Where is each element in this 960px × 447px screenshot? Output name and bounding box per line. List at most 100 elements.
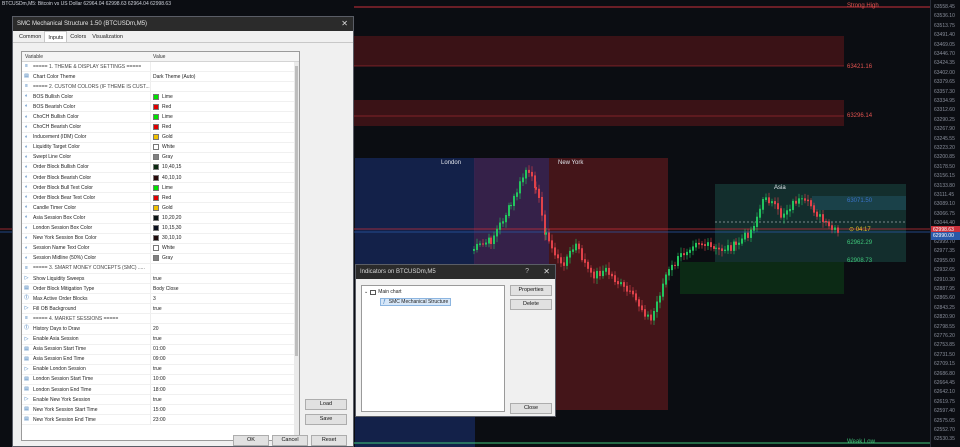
value-cell[interactable]: 30,10,10: [150, 233, 299, 243]
close-icon[interactable]: ✕: [543, 265, 550, 279]
table-row[interactable]: ◐ BOS Bearish Color Red: [22, 102, 299, 113]
value-cell[interactable]: 3: [150, 294, 299, 304]
table-row[interactable]: ▤ London Session Start Time 10:00: [22, 374, 299, 385]
table-row[interactable]: ◐ Liquidity Target Color White: [22, 142, 299, 153]
column-header-variable[interactable]: Variable: [22, 52, 150, 61]
ok-button[interactable]: OK: [233, 435, 269, 446]
value-cell[interactable]: Body Close: [150, 284, 299, 294]
cancel-button[interactable]: Cancel: [272, 435, 308, 446]
table-row[interactable]: ▤ Asia Session End Time 09:00: [22, 354, 299, 365]
variable-cell: ◐ Candle Timer Color: [22, 203, 150, 212]
load-button[interactable]: Load: [305, 399, 347, 410]
value-cell[interactable]: [150, 314, 299, 324]
value-cell[interactable]: 10:00: [150, 374, 299, 384]
save-button[interactable]: Save: [305, 414, 347, 425]
table-row[interactable]: ▤ New York Session Start Time 15:00: [22, 405, 299, 416]
candle-body: [620, 282, 622, 285]
expand-icon[interactable]: ⌄: [364, 289, 368, 295]
value-cell[interactable]: true: [150, 395, 299, 405]
value-cell[interactable]: Lime: [150, 92, 299, 102]
indicators-title-bar[interactable]: Indicators on BTCUSDm,M5 ? ✕: [356, 265, 555, 279]
table-row[interactable]: ◐ BOS Bullish Color Lime: [22, 92, 299, 103]
table-row[interactable]: ◐ ChoCH Bullish Color Lime: [22, 112, 299, 123]
tab-inputs[interactable]: Inputs: [44, 31, 68, 42]
value-cell[interactable]: 10,40,15: [150, 162, 299, 173]
value-cell[interactable]: [150, 263, 299, 273]
table-row[interactable]: ≡ ===== 3. SMART MONEY CONCEPTS (SMC) ...…: [22, 263, 299, 274]
table-row[interactable]: ▷ Enable New York Session true: [22, 395, 299, 406]
table-row[interactable]: ◐ Order Block Bearish Color 40,10,10: [22, 173, 299, 184]
candle-body: [771, 201, 773, 204]
value-cell[interactable]: 15:00: [150, 405, 299, 415]
reset-button[interactable]: Reset: [311, 435, 347, 446]
value-cell[interactable]: 23:00: [150, 415, 299, 425]
value-cell[interactable]: 09:00: [150, 354, 299, 364]
price-axis[interactable]: 63558.45 63536.10 63513.75 63491.40 63469.05…: [930, 0, 960, 447]
value-cell[interactable]: Red: [150, 122, 299, 132]
table-row[interactable]: ⓵ History Days to Draw 20: [22, 324, 299, 335]
table-row[interactable]: ◐ ChoCH Bearish Color Red: [22, 122, 299, 133]
table-row[interactable]: ◐ Session Name Text Color White: [22, 243, 299, 254]
table-row[interactable]: ▤ Asia Session Start Time 01:00: [22, 344, 299, 355]
value-cell[interactable]: [150, 62, 299, 72]
help-icon[interactable]: ?: [525, 265, 529, 279]
table-row[interactable]: ▷ Enable Asia Session true: [22, 334, 299, 345]
value-cell[interactable]: 20: [150, 324, 299, 334]
tab-common[interactable]: Common: [16, 31, 44, 42]
value-cell[interactable]: 01:00: [150, 344, 299, 354]
value-cell[interactable]: Gold: [150, 132, 299, 142]
table-row[interactable]: ≡ ===== 2. CUSTOM COLORS (IF THEME IS CUS…: [22, 82, 299, 93]
value-cell[interactable]: Lime: [150, 183, 299, 193]
value-cell[interactable]: 18:00: [150, 385, 299, 395]
table-row[interactable]: ≡ ===== 4. MARKET SESSIONS =====: [22, 314, 299, 325]
table-row[interactable]: ▤ New York Session End Time 23:00: [22, 415, 299, 426]
value-cell[interactable]: true: [150, 364, 299, 374]
value-cell[interactable]: Dark Theme (Auto): [150, 72, 299, 82]
tree-root-main-chart[interactable]: ⌄ Main chart: [364, 289, 402, 295]
value-cell[interactable]: Lime: [150, 112, 299, 122]
table-row[interactable]: ◐ Inducement (IDM) Color Gold: [22, 132, 299, 143]
value-cell[interactable]: Gold: [150, 203, 299, 213]
value-cell[interactable]: 40,10,10: [150, 173, 299, 183]
table-row[interactable]: ▷ Fill OB Background true: [22, 304, 299, 315]
dialog-title-bar[interactable]: SMC Mechanical Structure 1.50 (BTCUSDm,M…: [13, 17, 353, 31]
close-icon[interactable]: ✕: [341, 17, 348, 31]
table-row[interactable]: ⓵ Max Active Order Blocks 3: [22, 294, 299, 305]
close-button[interactable]: Close: [510, 403, 552, 414]
tab-visualization[interactable]: Visualization: [89, 31, 126, 42]
tab-colors[interactable]: Colors: [67, 31, 89, 42]
value-cell[interactable]: Red: [150, 102, 299, 112]
value-cell[interactable]: [150, 82, 299, 92]
table-row[interactable]: ◐ Order Block Bear Text Color Red: [22, 193, 299, 204]
value-cell[interactable]: White: [150, 243, 299, 253]
table-row[interactable]: ◐ Order Block Bull Text Color Lime: [22, 183, 299, 194]
value-cell[interactable]: Gray: [150, 152, 299, 162]
variable-cell: ▤ Asia Session Start Time: [22, 345, 150, 354]
value-cell[interactable]: true: [150, 334, 299, 344]
delete-button[interactable]: Delete: [510, 299, 552, 310]
value-cell[interactable]: White: [150, 142, 299, 152]
table-row[interactable]: ◐ Order Block Bullish Color 10,40,15: [22, 162, 299, 174]
value-cell[interactable]: 10,20,20: [150, 213, 299, 223]
table-row[interactable]: ◐ Session Midline (50%) Color Gray: [22, 253, 299, 264]
properties-button[interactable]: Properties: [510, 285, 552, 296]
scrollbar-thumb[interactable]: [295, 66, 298, 356]
table-row[interactable]: ▤ London Session End Time 18:00: [22, 385, 299, 396]
table-row[interactable]: ◐ London Session Box Color 10,15,30: [22, 223, 299, 234]
column-header-value[interactable]: Value: [150, 52, 165, 61]
value-cell[interactable]: true: [150, 304, 299, 314]
value-cell[interactable]: Gray: [150, 253, 299, 263]
table-row[interactable]: ▷ Enable London Session true: [22, 364, 299, 375]
value-cell[interactable]: true: [150, 273, 299, 284]
table-row[interactable]: ▤ Order Block Mitigation Type Body Close: [22, 284, 299, 295]
value-cell[interactable]: 10,15,30: [150, 223, 299, 233]
value-cell[interactable]: Red: [150, 193, 299, 203]
table-row[interactable]: ▤ Chart Color Theme Dark Theme (Auto): [22, 72, 299, 83]
table-row[interactable]: ◐ Asia Session Box Color 10,20,20: [22, 213, 299, 224]
table-row[interactable]: ◐ Candle Timer Color Gold: [22, 203, 299, 214]
table-row[interactable]: ◐ Swept Line Color Gray: [22, 152, 299, 163]
tree-item-smc[interactable]: ƒ SMC Mechanical Structure: [380, 298, 452, 306]
table-row[interactable]: ≡ ===== 1. THEME & DISPLAY SETTINGS =====: [22, 62, 299, 73]
table-row[interactable]: ◐ New York Session Box Color 30,10,10: [22, 233, 299, 244]
table-row[interactable]: ▷ Show Liquidity Sweeps true: [22, 273, 299, 285]
